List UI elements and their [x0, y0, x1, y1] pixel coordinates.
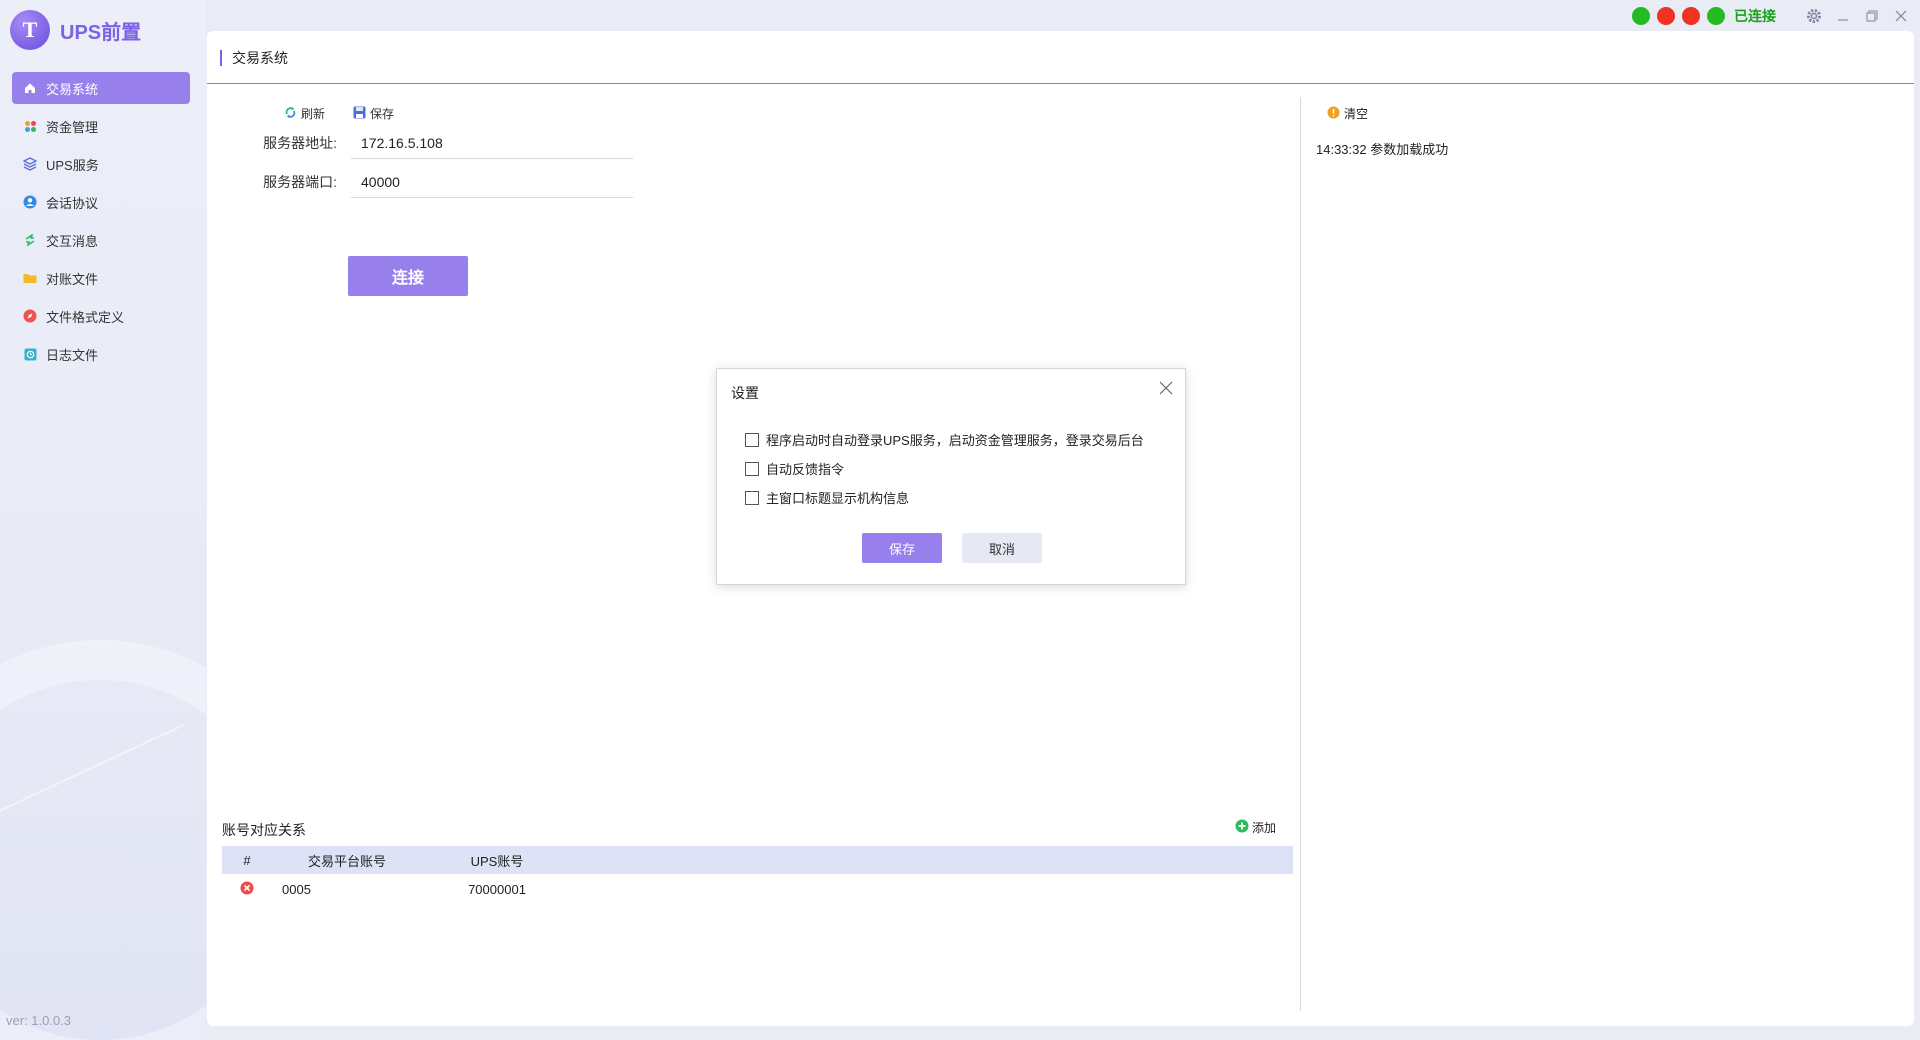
column-header: UPS账号	[470, 853, 524, 869]
save-button[interactable]: 保存	[353, 105, 394, 122]
sidebar: T UPS前置 交易系统 资金管理 UPS服务 会话协议 交互消息 对账文件 文…	[0, 0, 206, 1040]
page-header: 交易系统	[207, 31, 1914, 84]
delete-row-button[interactable]	[222, 881, 272, 898]
sidebar-item-label: UPS服务	[46, 157, 99, 173]
auto-login-checkbox[interactable]	[745, 432, 759, 447]
delete-circle-icon	[240, 881, 254, 894]
auto-login-option[interactable]: 程序启动时自动登录UPS服务，启动资金管理服务，登录交易后台	[745, 430, 1144, 449]
add-circle-icon	[1235, 819, 1249, 836]
user-circle-icon	[22, 194, 38, 210]
sidebar-item-label: 交易系统	[46, 81, 99, 97]
panel-divider	[1300, 97, 1301, 1011]
refresh-button[interactable]: 刷新	[284, 105, 325, 122]
option-label: 主窗口标题显示机构信息	[766, 491, 910, 506]
grid-icon	[22, 118, 38, 134]
settings-dialog: 设置 程序启动时自动登录UPS服务，启动资金管理服务，登录交易后台 自动反馈指令…	[716, 368, 1186, 585]
status-dot	[1632, 7, 1650, 25]
host-label: 服务器地址:	[263, 135, 337, 151]
column-header: 交易平台账号	[307, 853, 386, 869]
logo-badge: T	[10, 10, 50, 50]
refresh-label: 刷新	[301, 107, 326, 121]
version-label: ver: 1.0.0.3	[6, 1013, 72, 1028]
accounts-table: # 交易平台账号 UPS账号 0005 70000001	[222, 846, 1293, 904]
status-dot	[1707, 7, 1725, 25]
compass-icon	[22, 308, 38, 324]
server-address-input[interactable]	[351, 127, 633, 159]
ups-account-cell: 70000001	[468, 881, 526, 897]
save-label: 保存	[370, 107, 395, 121]
sidebar-item-trading-system[interactable]: 交易系统	[12, 72, 190, 104]
dialog-cancel-button[interactable]: 取消	[962, 533, 1042, 563]
table-row: 0005 70000001	[222, 874, 1293, 904]
show-org-info-option[interactable]: 主窗口标题显示机构信息	[745, 488, 909, 507]
log-entry: 14:33:32 参数加载成功	[1316, 142, 1449, 157]
port-row: 服务器端口:	[253, 166, 633, 198]
restore-icon[interactable]	[1861, 5, 1883, 27]
layers-icon	[22, 156, 38, 172]
folder-icon	[22, 270, 38, 286]
sidebar-item-label: 会话协议	[46, 195, 99, 211]
port-label: 服务器端口:	[263, 174, 337, 190]
option-label: 程序启动时自动登录UPS服务，启动资金管理服务，登录交易后台	[766, 433, 1144, 448]
save-disk-icon	[353, 106, 366, 122]
sidebar-item-reconciliation-files[interactable]: 对账文件	[12, 262, 190, 294]
server-port-input[interactable]	[351, 166, 633, 198]
warning-icon	[1327, 106, 1340, 122]
main-toolbar: 刷新 保存	[284, 105, 394, 122]
accounts-title: 账号对应关系	[222, 822, 306, 838]
app-logo: T UPS前置	[10, 10, 141, 50]
sidebar-item-label: 资金管理	[46, 119, 99, 135]
sidebar-item-label: 文件格式定义	[46, 309, 125, 325]
home-icon	[22, 80, 38, 96]
log-icon	[22, 346, 38, 362]
show-org-info-checkbox[interactable]	[745, 490, 759, 505]
page-title: 交易系统	[220, 50, 288, 66]
sidebar-item-fund-management[interactable]: 资金管理	[12, 110, 190, 142]
status-dot	[1682, 7, 1700, 25]
clear-label: 清空	[1344, 107, 1369, 121]
add-label: 添加	[1252, 821, 1277, 835]
close-icon[interactable]	[1159, 379, 1173, 400]
host-row: 服务器地址:	[253, 127, 633, 159]
auto-feedback-option[interactable]: 自动反馈指令	[745, 459, 844, 478]
sidebar-item-interactive-messages[interactable]: 交互消息	[12, 224, 190, 256]
close-window-icon[interactable]	[1890, 5, 1912, 27]
option-label: 自动反馈指令	[766, 462, 845, 477]
trade-account-cell: 0005	[282, 881, 311, 897]
column-header: #	[243, 852, 251, 868]
sidebar-item-log-files[interactable]: 日志文件	[12, 338, 190, 370]
refresh-icon	[284, 106, 297, 122]
sidebar-item-label: 交互消息	[46, 233, 99, 249]
sidebar-item-session-protocol[interactable]: 会话协议	[12, 186, 190, 218]
app-name: UPS前置	[60, 21, 142, 44]
exchange-icon	[22, 232, 38, 248]
sidebar-item-ups-service[interactable]: UPS服务	[12, 148, 190, 180]
sidebar-nav: 交易系统 资金管理 UPS服务 会话协议 交互消息 对账文件 文件格式定义 日志…	[12, 72, 190, 376]
clear-log-button[interactable]: 清空	[1327, 105, 1368, 122]
title-bar-controls: 已连接	[1632, 0, 1920, 32]
dialog-save-button[interactable]: 保存	[862, 533, 942, 563]
dialog-title: 设置	[731, 385, 759, 401]
minimize-icon[interactable]	[1832, 5, 1854, 27]
status-dot	[1657, 7, 1675, 25]
auto-feedback-checkbox[interactable]	[745, 461, 759, 476]
add-account-button[interactable]: 添加	[1235, 819, 1276, 836]
sidebar-item-label: 日志文件	[46, 347, 99, 363]
sidebar-item-label: 对账文件	[46, 271, 99, 287]
connection-status: 已连接	[1734, 8, 1776, 24]
sidebar-item-file-format-definition[interactable]: 文件格式定义	[12, 300, 190, 332]
settings-gear-icon[interactable]	[1803, 5, 1825, 27]
table-header: # 交易平台账号 UPS账号	[222, 846, 1293, 874]
connect-button[interactable]: 连接	[348, 256, 468, 296]
